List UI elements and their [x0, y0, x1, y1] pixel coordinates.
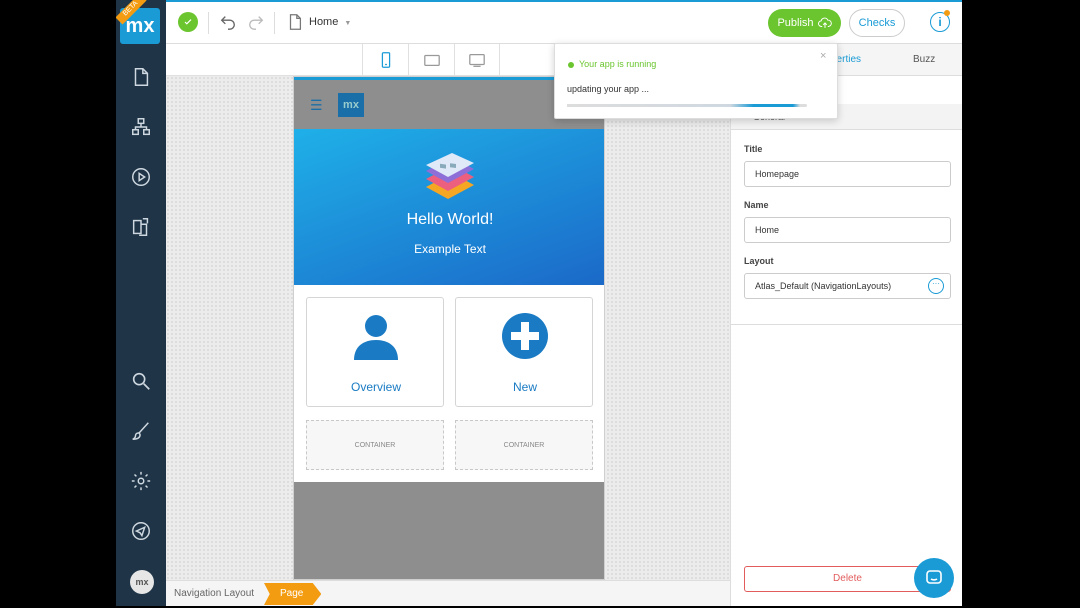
progress-bar — [567, 104, 807, 107]
app-logo: mx — [338, 93, 364, 117]
more-options-icon[interactable]: ··· — [928, 278, 944, 294]
page-name: Home — [309, 16, 339, 28]
left-sidebar: mx BETA mx — [116, 0, 166, 606]
phone-view-icon[interactable] — [362, 44, 408, 76]
document-icon — [285, 12, 305, 32]
pages-icon[interactable] — [129, 215, 153, 239]
hero-text: Example Text — [414, 242, 486, 256]
container-placeholder[interactable]: CONTAINER — [306, 420, 444, 470]
search-icon[interactable] — [129, 369, 153, 393]
panel-divider — [731, 324, 962, 325]
hero-title: Hello World! — [406, 211, 494, 228]
tablet-view-icon[interactable] — [408, 44, 454, 76]
breadcrumb-item[interactable]: Navigation Layout — [174, 588, 254, 599]
checks-button[interactable]: Checks — [849, 9, 905, 37]
close-icon[interactable]: × — [820, 50, 826, 62]
chevron-down-icon: ▼ — [344, 20, 352, 27]
status-dot — [568, 62, 574, 68]
page-icon[interactable] — [129, 65, 153, 89]
breadcrumb: Navigation Layout Page — [166, 580, 730, 606]
settings-icon[interactable] — [129, 469, 153, 493]
undo-icon[interactable] — [218, 12, 238, 32]
new-card[interactable]: New — [455, 297, 593, 407]
redo-icon[interactable] — [246, 12, 266, 32]
page-selector[interactable]: Home ▼ — [309, 16, 351, 28]
toast-message: updating your app ... — [567, 84, 650, 94]
card-label: New — [512, 380, 537, 394]
phone-preview: ☰ mx Hello World! Example Text Overview … — [293, 76, 605, 580]
publish-label: Publish — [777, 17, 814, 29]
feedback-icon[interactable] — [129, 519, 153, 543]
card-label: Overview — [350, 380, 401, 394]
layout-field[interactable]: Atlas_Default (NavigationLayouts) ··· — [744, 273, 951, 299]
run-icon[interactable] — [129, 165, 153, 189]
breadcrumb-item-active[interactable]: Page — [264, 583, 322, 605]
notification-dot — [944, 10, 950, 16]
cloud-upload-icon — [817, 17, 832, 28]
layout-value: Atlas_Default (NavigationLayouts) — [755, 281, 892, 291]
layout-label: Layout — [744, 256, 774, 266]
status-check-icon[interactable] — [178, 12, 198, 32]
hero-section[interactable]: Hello World! Example Text — [294, 129, 604, 285]
running-notification: Your app is running × updating your app … — [554, 43, 838, 119]
domain-model-icon[interactable] — [129, 115, 153, 139]
plus-circle-icon — [502, 313, 548, 359]
menu-icon[interactable]: ☰ — [310, 97, 323, 114]
tab-buzz[interactable]: Buzz — [913, 54, 935, 65]
layers-icon — [426, 153, 474, 199]
name-label: Name — [744, 200, 769, 210]
page-canvas[interactable]: ☰ mx Hello World! Example Text Overview … — [166, 76, 774, 580]
toolbar-divider — [208, 12, 209, 34]
chat-icon[interactable] — [914, 558, 954, 598]
phone-footer — [294, 482, 604, 579]
logo-text: mx — [125, 14, 155, 37]
container-placeholder[interactable]: CONTAINER — [455, 420, 593, 470]
publish-button[interactable]: Publish — [768, 9, 841, 37]
name-field[interactable]: Home — [744, 217, 951, 243]
toolbar-divider — [274, 12, 275, 34]
app-window: mx BETA mx Home ▼ Publish Checks i ☰ mx … — [116, 0, 962, 606]
desktop-view-icon[interactable] — [454, 44, 500, 76]
toast-title: Your app is running — [579, 59, 657, 69]
top-toolbar: Home ▼ Publish Checks i — [166, 2, 962, 44]
overview-card[interactable]: Overview — [306, 297, 444, 407]
properties-panel: perties Buzz General Title Homepage Name… — [730, 44, 962, 606]
title-field[interactable]: Homepage — [744, 161, 951, 187]
avatar[interactable]: mx — [130, 570, 154, 594]
progress-fill — [567, 104, 800, 107]
user-icon — [354, 315, 398, 360]
title-label: Title — [744, 144, 763, 154]
brush-icon[interactable] — [129, 419, 153, 443]
